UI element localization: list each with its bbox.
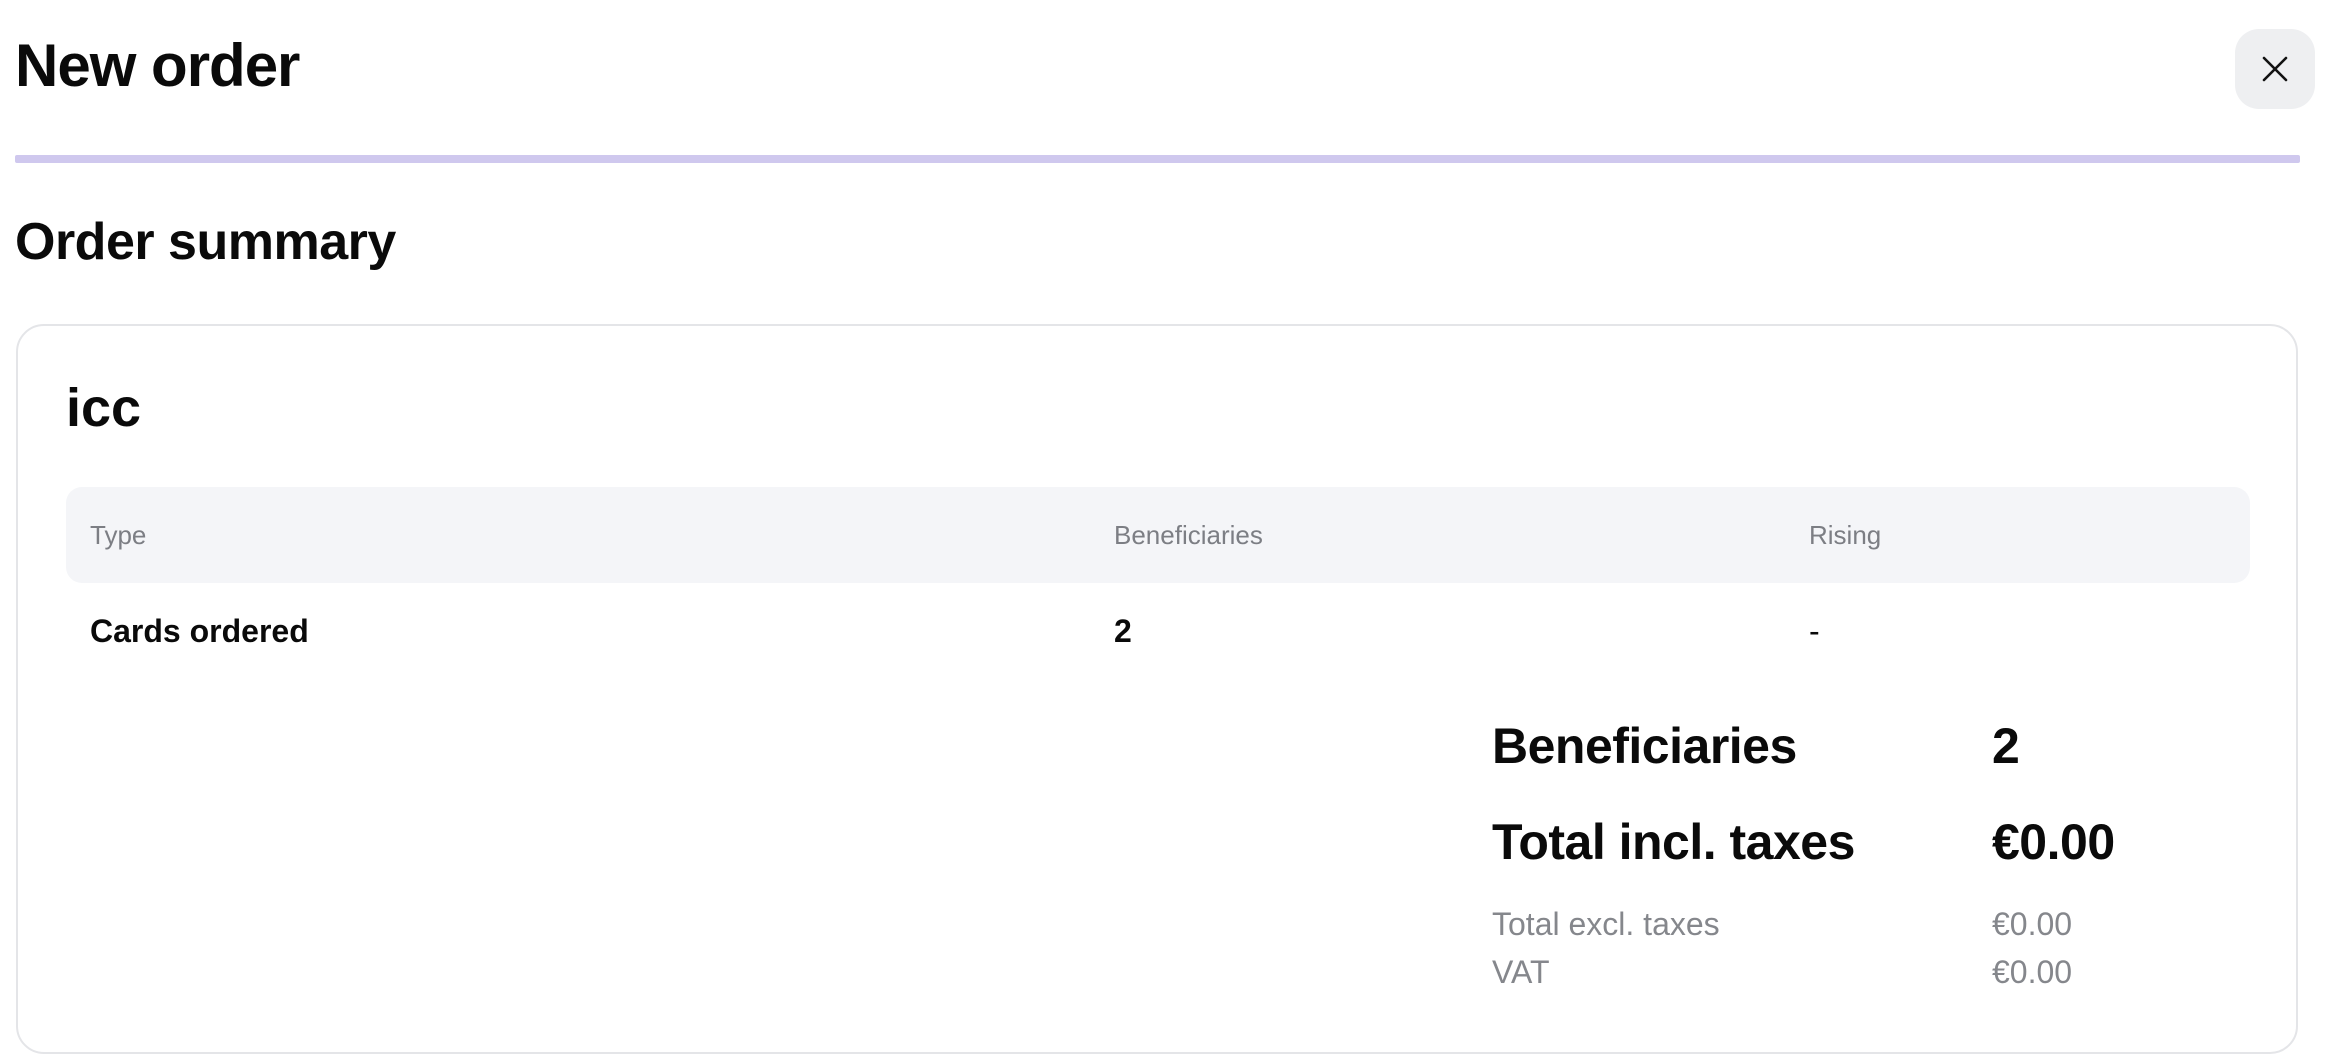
progress-bar (15, 155, 2300, 163)
vat-value: €0.00 (1992, 954, 2073, 990)
order-summary-card: icc Type Beneficiaries Rising Cards orde… (16, 324, 2298, 1054)
beneficiaries-total-label: Beneficiaries (1492, 718, 1797, 774)
column-header-beneficiaries: Beneficiaries (1114, 520, 1263, 550)
cell-rising: - (1809, 613, 1820, 649)
page-title: New order (15, 32, 300, 99)
table-header: Type Beneficiaries Rising (66, 487, 2250, 583)
total-incl-taxes-label: Total incl. taxes (1492, 814, 1855, 870)
total-incl-taxes-value: €0.00 (1992, 814, 2115, 870)
column-header-type: Type (90, 520, 147, 550)
vat-label: VAT (1492, 954, 1550, 990)
table-row: Cards ordered 2 - (66, 583, 2250, 679)
new-order-modal: New order Order summary icc Type Benefic… (0, 0, 2344, 1056)
total-excl-taxes-label: Total excl. taxes (1492, 906, 1720, 942)
cell-type: Cards ordered (90, 613, 309, 649)
close-icon (2260, 54, 2290, 84)
modal-header: New order (15, 0, 2315, 135)
close-button[interactable] (2235, 29, 2315, 109)
beneficiaries-total-value: 2 (1992, 718, 2020, 774)
column-header-rising: Rising (1809, 520, 1882, 550)
cell-beneficiaries: 2 (1114, 613, 1132, 649)
total-excl-taxes-value: €0.00 (1992, 906, 2073, 942)
card-title: icc (66, 378, 142, 438)
section-title: Order summary (15, 213, 396, 271)
